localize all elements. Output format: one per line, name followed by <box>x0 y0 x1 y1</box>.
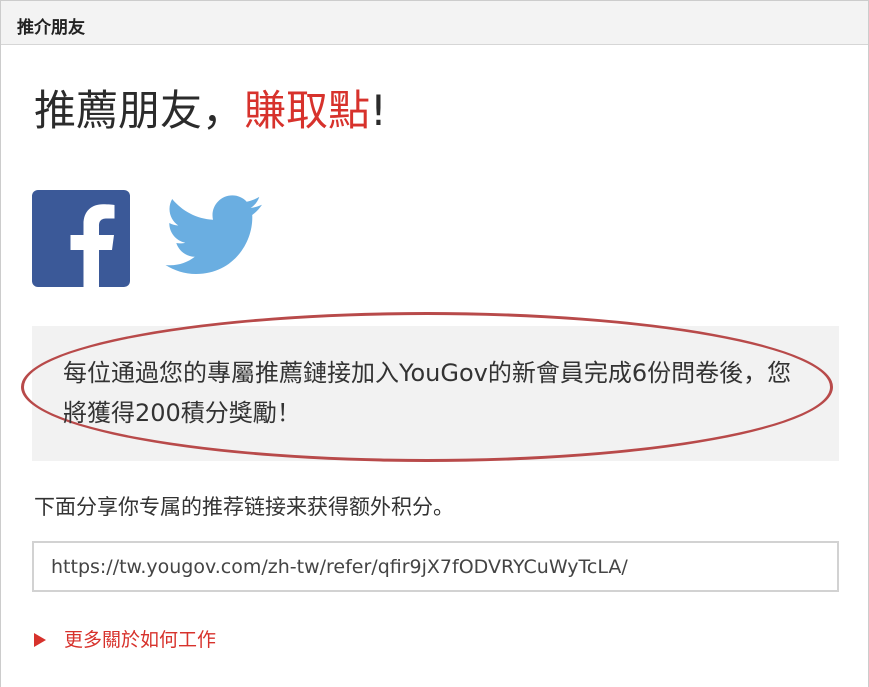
reward-description: 每位通過您的專屬推薦鏈接加入YouGov的新會員完成6份問卷後，您將獲得200積… <box>63 359 792 427</box>
share-instruction: 下面分享你专属的推荐链接来获得额外积分。 <box>34 495 454 519</box>
facebook-icon[interactable] <box>32 190 130 287</box>
refer-friend-panel: 推介朋友 推薦朋友，賺取點! 每位通過您的專屬推薦鏈接加入YouGov的新會員完… <box>0 0 869 687</box>
headline-prefix: 推薦朋友， <box>34 86 245 135</box>
facebook-f-glyph <box>70 204 115 287</box>
headline-accent: 賺取點 <box>244 86 371 135</box>
panel-header: 推介朋友 <box>1 1 868 45</box>
more-info-label: 更多關於如何工作 <box>64 629 217 651</box>
page-headline: 推薦朋友，賺取點! <box>34 81 387 141</box>
triangle-right-icon <box>34 633 46 647</box>
twitter-bird-glyph <box>165 195 262 274</box>
panel-title: 推介朋友 <box>17 18 85 38</box>
twitter-icon[interactable] <box>165 195 265 279</box>
more-info-link[interactable]: 更多關於如何工作 <box>34 625 216 655</box>
headline-suffix: ! <box>370 86 387 135</box>
referral-link-field[interactable] <box>32 541 839 592</box>
